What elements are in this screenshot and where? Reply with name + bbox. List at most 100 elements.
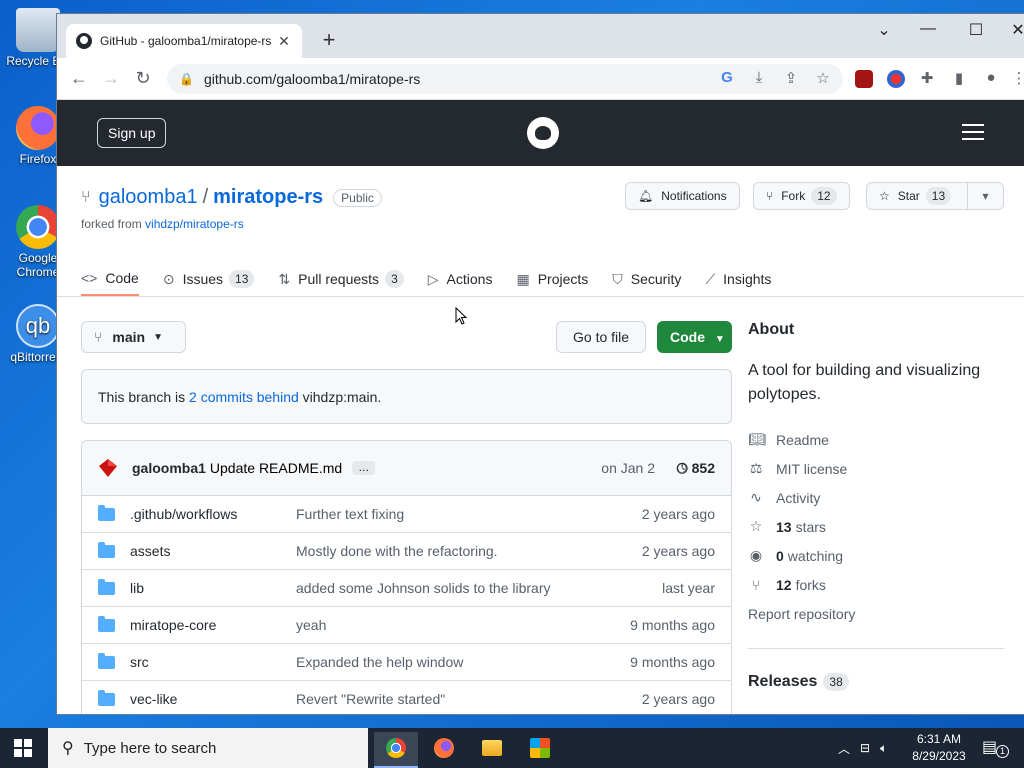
watching-link[interactable]: ◉ 0 watching	[748, 541, 1004, 570]
file-commit-message[interactable]: Expanded the help window	[296, 654, 463, 670]
star-dropdown-icon[interactable]: ▾	[967, 183, 1003, 209]
file-commit-message[interactable]: yeah	[296, 617, 326, 633]
file-name[interactable]: assets	[130, 543, 170, 559]
file-commit-message[interactable]: Revert "Rewrite started"	[296, 691, 445, 707]
code-dropdown-button[interactable]: Code ▼	[657, 321, 732, 353]
install-icon[interactable]: ⤓	[749, 69, 769, 89]
new-tab-button[interactable]: +	[317, 28, 341, 52]
releases-heading[interactable]: Releases 38	[748, 673, 1004, 691]
commit-count: 852	[691, 459, 715, 476]
table-row: assets Mostly done with the refactoring.…	[82, 533, 731, 570]
fork-button[interactable]: ⑂ Fork 12	[753, 182, 850, 210]
about-description: A tool for building and visualizing poly…	[748, 362, 981, 403]
network-icon[interactable]: ⊟	[860, 741, 870, 755]
browser-menu-icon[interactable]: ⋮	[1009, 69, 1024, 89]
file-commit-message[interactable]: Mostly done with the refactoring.	[296, 543, 498, 559]
share-icon[interactable]: ⇪	[781, 69, 801, 89]
commit-history-link[interactable]: 🕓︎ 852	[677, 460, 715, 477]
windows-start-icon[interactable]	[14, 739, 32, 757]
extension-icon[interactable]	[887, 70, 905, 88]
notification-count: 1	[996, 745, 1009, 758]
github-logo-icon[interactable]	[527, 117, 559, 149]
repo-owner-link[interactable]: galoomba1	[99, 186, 198, 209]
minimize-icon[interactable]: —	[913, 20, 943, 38]
stars-link[interactable]: ☆ 13 stars	[748, 512, 1004, 541]
profile-avatar-icon[interactable]: ●	[981, 69, 1001, 89]
file-name[interactable]: vec-like	[130, 691, 177, 707]
file-commit-message[interactable]: added some Johnson solids to the library	[296, 580, 550, 596]
address-bar[interactable]: 🔒 github.com/galoomba1/miratope-rs	[167, 64, 843, 94]
fork-counter: 12	[811, 187, 837, 205]
tray-chevron-up-icon[interactable]: ︿	[838, 740, 850, 757]
search-icon: ⚲	[62, 740, 74, 757]
taskbar-search-input[interactable]: ⚲ Type here to search	[48, 728, 368, 768]
hamburger-menu-icon[interactable]	[962, 124, 984, 140]
close-tab-icon[interactable]: ✕	[276, 33, 292, 50]
repo-forked-icon: ⑂	[81, 188, 91, 206]
file-name[interactable]: miratope-core	[130, 617, 216, 633]
commit-message[interactable]: Update README.md	[210, 460, 342, 476]
forks-link[interactable]: ⑂ 12 forks	[748, 570, 1004, 599]
visibility-badge: Public	[333, 188, 382, 207]
table-row: lib added some Johnson solids to the lib…	[82, 570, 731, 607]
repo-nav: <> Code ⊙ Issues 13 ⇅ Pull requests 3 ▷ …	[81, 262, 795, 296]
notifications-label: Notifications	[661, 189, 727, 203]
ublock-extension-icon[interactable]	[855, 70, 873, 88]
forked-from-link[interactable]: vihdzp/miratope-rs	[145, 217, 244, 231]
tab-actions[interactable]: ▷ Actions	[428, 262, 493, 296]
taskbar-firefox[interactable]	[422, 732, 466, 768]
license-link[interactable]: ⚖ MIT license	[748, 454, 1004, 483]
tab-projects[interactable]: ▦ Projects	[516, 262, 588, 296]
back-icon[interactable]: ←	[67, 68, 91, 89]
about-links: 📖︎ Readme ⚖ MIT license ∿ Activity ☆ 13 stars…	[748, 425, 1004, 628]
file-age: 2 years ago	[641, 543, 715, 559]
tab-pull-requests[interactable]: ⇅ Pull requests 3	[278, 262, 404, 296]
commit-expand-button[interactable]: …	[352, 461, 376, 475]
file-age: last year	[662, 580, 715, 596]
file-commit-message[interactable]: Further text fixing	[296, 506, 404, 522]
side-panel-icon[interactable]: ▮	[949, 69, 969, 89]
system-clock[interactable]: 6:31 AM 8/29/2023	[905, 731, 973, 765]
report-repository-link[interactable]: Report repository	[748, 599, 1004, 628]
branch-selector[interactable]: ⑂ main ▼	[81, 321, 186, 353]
firefox-icon	[16, 106, 60, 150]
taskbar-chrome[interactable]	[374, 732, 418, 768]
go-to-file-button[interactable]: Go to file	[556, 321, 647, 353]
taskbar-file-explorer[interactable]	[470, 732, 514, 768]
tab-search-chevron-icon[interactable]: ⌄	[869, 20, 899, 40]
issues-counter: 13	[229, 270, 255, 288]
repo-name-link[interactable]: miratope-rs	[213, 186, 323, 209]
extensions-puzzle-icon[interactable]: ✚	[917, 69, 937, 89]
file-name[interactable]: src	[130, 654, 149, 670]
browser-tab[interactable]: GitHub - galoomba1/miratope-rs ✕	[66, 24, 302, 58]
branch-status-banner: This branch is 2 commits behind vihdzp:m…	[81, 369, 732, 424]
tab-insights-label: Insights	[723, 271, 772, 287]
tab-issues[interactable]: ⊙ Issues 13	[163, 262, 255, 296]
play-icon: ▷	[427, 270, 439, 287]
reload-icon[interactable]: ↻	[131, 68, 155, 89]
forward-icon[interactable]: →	[99, 68, 123, 89]
folder-icon	[98, 505, 115, 521]
readme-link[interactable]: 📖︎ Readme	[748, 425, 1004, 454]
tab-security[interactable]: ⛉ Security	[612, 262, 681, 296]
activity-label: Activity	[776, 489, 821, 506]
maximize-icon[interactable]: ☐	[961, 20, 991, 40]
tab-code[interactable]: <> Code	[81, 262, 139, 296]
file-name[interactable]: .github/workflows	[130, 506, 237, 522]
commits-behind-link[interactable]: 2 commits behind	[189, 389, 299, 405]
star-button[interactable]: ☆ Star 13 ▾	[866, 182, 1004, 210]
tab-strip: GitHub - galoomba1/miratope-rs ✕ + ⌄ — ☐…	[57, 14, 1024, 58]
file-name[interactable]: lib	[130, 580, 144, 596]
commit-author[interactable]: galoomba1	[132, 460, 206, 476]
notification-center-icon[interactable]: ▤ 1	[982, 737, 1009, 759]
notifications-button[interactable]: 🔔︎ Notifications	[625, 182, 740, 210]
google-lens-icon[interactable]: G	[717, 69, 737, 89]
taskbar-store[interactable]	[518, 732, 562, 768]
activity-link[interactable]: ∿ Activity	[748, 483, 1004, 512]
tab-insights[interactable]: ⟋ Insights	[705, 262, 771, 296]
author-avatar[interactable]	[98, 458, 118, 478]
volume-icon[interactable]: 🔈︎	[880, 741, 887, 756]
close-window-icon[interactable]: ✕	[1003, 20, 1024, 40]
bookmark-star-icon[interactable]: ☆	[813, 69, 833, 89]
sign-up-button[interactable]: Sign up	[97, 118, 167, 148]
